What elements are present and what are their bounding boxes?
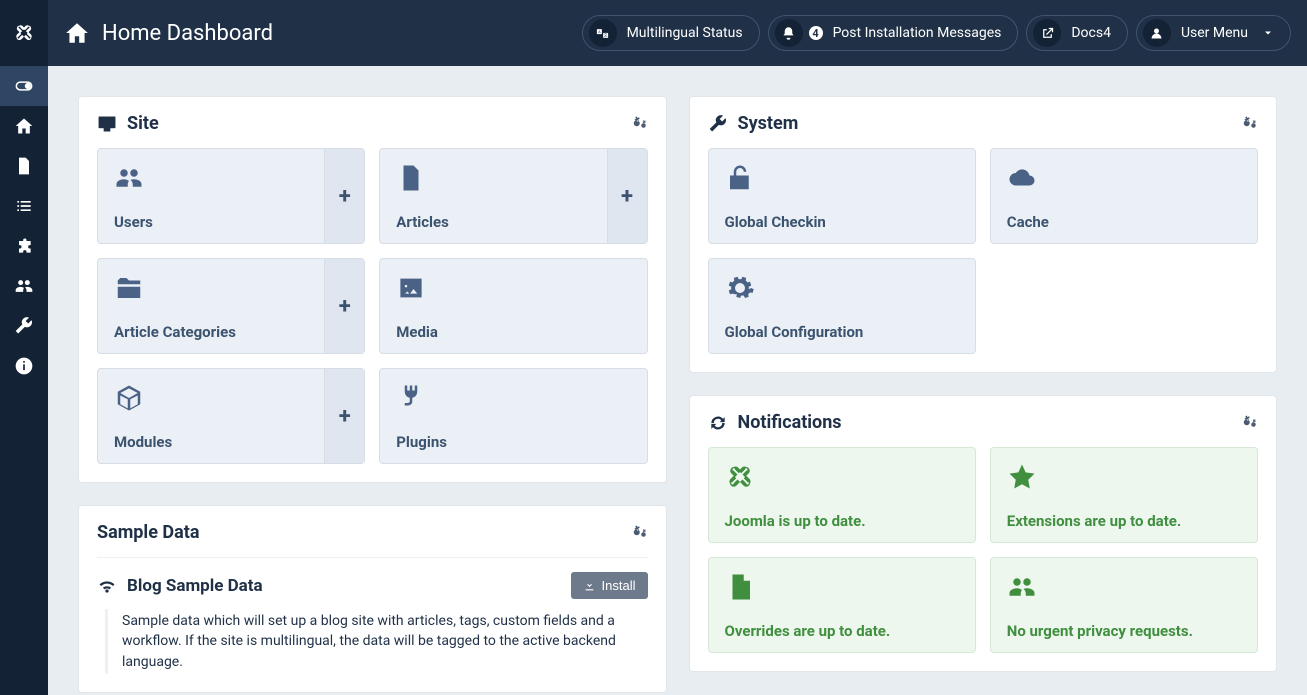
wifi-icon [97, 576, 117, 596]
file-icon [396, 163, 590, 199]
home-icon [64, 20, 90, 46]
sidebar-item-users[interactable] [0, 266, 48, 306]
docs-button[interactable]: Docs4 [1026, 15, 1128, 51]
tile-users[interactable]: Users + [97, 148, 365, 244]
main-content: Site Users + Ar [48, 66, 1307, 695]
install-button[interactable]: Install [571, 572, 648, 599]
notifications-settings-button[interactable] [1240, 414, 1258, 432]
sample-data-panel: Sample Data Blog Sample Data Install [78, 505, 667, 693]
post-install-label: Post Installation Messages [833, 25, 1002, 41]
plug-icon [396, 383, 630, 419]
install-button-label: Install [602, 578, 636, 593]
folder-icon [114, 273, 308, 309]
tile-config-label: Global Configuration [725, 323, 959, 341]
tile-articles-add-button[interactable]: + [607, 149, 647, 243]
language-icon [589, 19, 617, 47]
tile-modules[interactable]: Modules + [97, 368, 365, 464]
top-header: Home Dashboard Multilingual Status 4 Pos… [0, 0, 1307, 66]
monitor-icon [97, 114, 117, 134]
sidebar-toggle[interactable] [0, 66, 48, 106]
brand-logo[interactable] [0, 0, 48, 66]
tile-privacy-label: No urgent privacy requests. [1007, 622, 1241, 640]
user-menu-label: User Menu [1181, 25, 1248, 41]
sidebar-item-home[interactable] [0, 106, 48, 146]
cube-icon [114, 383, 308, 419]
multilingual-label: Multilingual Status [627, 25, 743, 41]
users-icon [1007, 572, 1241, 608]
sample-item-title: Blog Sample Data [127, 576, 263, 596]
tile-cache[interactable]: Cache [990, 148, 1258, 244]
tile-extensions-label: Extensions are up to date. [1007, 512, 1241, 530]
tile-global-configuration[interactable]: Global Configuration [708, 258, 976, 354]
system-panel-settings-button[interactable] [1240, 115, 1258, 133]
tile-modules-label: Modules [114, 433, 308, 451]
download-icon [583, 579, 596, 592]
notifications-panel: Notifications Joomla is up to date. [689, 395, 1278, 672]
tile-media-label: Media [396, 323, 630, 341]
post-install-messages-button[interactable]: 4 Post Installation Messages [768, 15, 1019, 51]
cloud-icon [1007, 163, 1241, 199]
sidebar-item-menus[interactable] [0, 186, 48, 226]
sidebar [0, 66, 48, 695]
site-panel-settings-button[interactable] [630, 115, 648, 133]
joomla-icon [13, 22, 35, 44]
fileflat-icon [725, 572, 959, 608]
post-install-badge: 4 [809, 26, 823, 40]
tile-overrides-label: Overrides are up to date. [725, 622, 959, 640]
tile-joomla-label: Joomla is up to date. [725, 512, 959, 530]
bell-icon [775, 19, 803, 47]
sidebar-item-help[interactable] [0, 346, 48, 386]
wrench-icon [708, 114, 728, 134]
tile-article-categories[interactable]: Article Categories + [97, 258, 365, 354]
joomla-icon [725, 462, 959, 498]
sample-item-description: Sample data which will set up a blog sit… [105, 609, 648, 674]
tile-plugins[interactable]: Plugins [379, 368, 647, 464]
notifications-panel-title: Notifications [738, 412, 842, 433]
external-link-icon [1033, 19, 1061, 47]
tile-joomla-uptodate[interactable]: Joomla is up to date. [708, 447, 976, 543]
tile-modules-add-button[interactable]: + [324, 369, 364, 463]
sample-data-item: Blog Sample Data Install Sample data whi… [97, 557, 648, 674]
tile-media[interactable]: Media [379, 258, 647, 354]
site-panel-title: Site [127, 113, 159, 134]
user-menu-button[interactable]: User Menu [1136, 15, 1291, 51]
sidebar-item-content[interactable] [0, 146, 48, 186]
gear-icon [725, 273, 959, 309]
tile-extensions-uptodate[interactable]: Extensions are up to date. [990, 447, 1258, 543]
sidebar-item-system[interactable] [0, 306, 48, 346]
sidebar-item-components[interactable] [0, 226, 48, 266]
sample-data-panel-title: Sample Data [97, 522, 199, 543]
page-title-area: Home Dashboard [48, 20, 273, 46]
tile-articles[interactable]: Articles + [379, 148, 647, 244]
tile-overrides-uptodate[interactable]: Overrides are up to date. [708, 557, 976, 653]
docs-label: Docs4 [1071, 25, 1111, 41]
tile-users-add-button[interactable]: + [324, 149, 364, 243]
tile-articles-label: Articles [396, 213, 590, 231]
tile-categories-label: Article Categories [114, 323, 308, 341]
star-icon [1007, 462, 1241, 498]
tile-privacy-requests[interactable]: No urgent privacy requests. [990, 557, 1258, 653]
tile-checkin-label: Global Checkin [725, 213, 959, 231]
image-icon [396, 273, 630, 309]
site-panel: Site Users + Ar [78, 96, 667, 483]
page-title: Home Dashboard [102, 21, 273, 46]
refresh-icon [708, 413, 728, 433]
chevron-down-icon [1262, 27, 1274, 39]
unlock-icon [725, 163, 959, 199]
system-panel-title: System [738, 113, 799, 134]
system-panel: System Global Checkin Cache [689, 96, 1278, 373]
sample-data-settings-button[interactable] [630, 524, 648, 542]
multilingual-status-button[interactable]: Multilingual Status [582, 15, 760, 51]
tile-categories-add-button[interactable]: + [324, 259, 364, 353]
tile-cache-label: Cache [1007, 213, 1241, 231]
person-icon [1143, 19, 1171, 47]
users-icon [114, 163, 308, 199]
tile-global-checkin[interactable]: Global Checkin [708, 148, 976, 244]
tile-users-label: Users [114, 213, 308, 231]
tile-plugins-label: Plugins [396, 433, 630, 451]
